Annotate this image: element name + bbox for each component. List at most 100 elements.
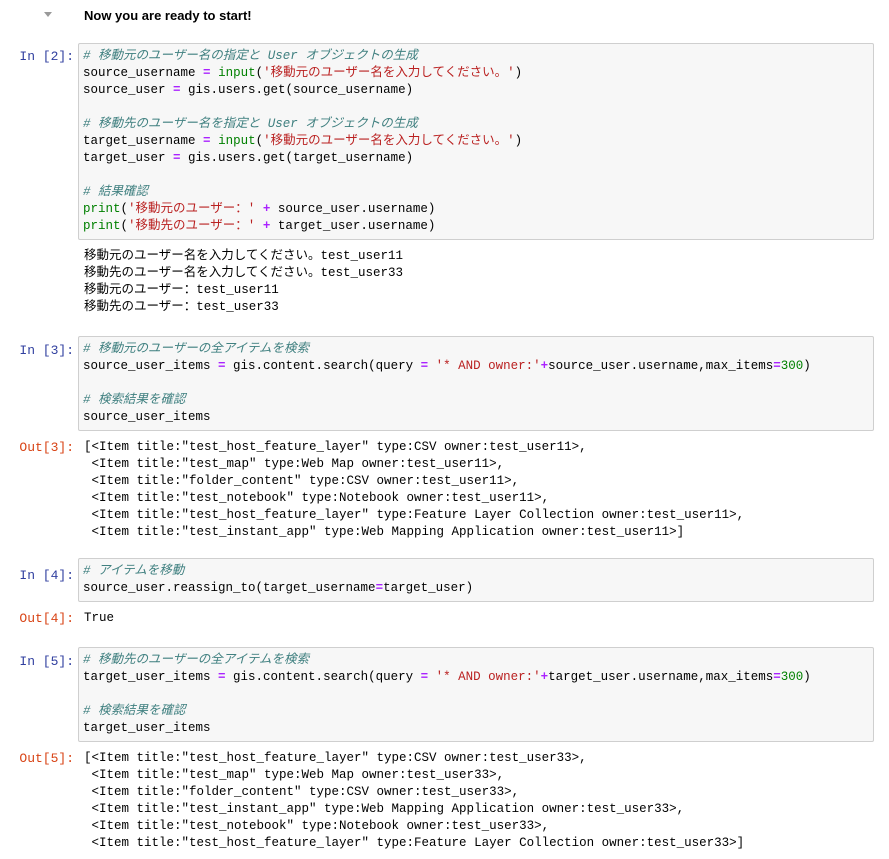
code-token-plain: target_user_items [83, 670, 219, 684]
code-line[interactable]: source_user.reassign_to(target_username=… [83, 580, 869, 597]
code-token-plain: source_user.reassign_to(target_username [83, 581, 376, 595]
code-line[interactable]: source_user = gis.users.get(source_usern… [83, 82, 869, 99]
code-token-plain: ) [514, 134, 523, 148]
code-line[interactable]: print('移動元のユーザー：' + source_user.username… [83, 201, 869, 218]
code-token-op: = [773, 359, 781, 373]
cell-output: 移動元のユーザー名を入力してください。test_user11 移動先のユーザー名を… [84, 248, 403, 316]
code-token-plain: source_user_items [83, 410, 211, 424]
code-cell-input[interactable]: # アイテムを移動 source_user.reassign_to(target_… [78, 558, 874, 602]
code-token-plain: ( [120, 219, 129, 233]
output-line: [<Item title:"test_host_feature_layer" t… [84, 440, 587, 454]
code-token-comment: # 移動先のユーザーの全アイテムを検索 [83, 653, 310, 667]
code-line[interactable] [83, 686, 869, 703]
code-line[interactable] [83, 99, 869, 116]
code-token-op: = [375, 581, 384, 595]
code-line[interactable]: source_username = input('移動元のユーザー名を入力してく… [83, 65, 869, 82]
code-token-plain: target_user_items [83, 721, 211, 735]
code-line[interactable]: # 移動元のユーザー名の指定と User オブジェクトの生成 [83, 48, 869, 65]
code-token-plain: gis.users.get(target_username) [180, 151, 414, 165]
code-token-op: = [420, 359, 429, 373]
collapse-caret-icon[interactable] [44, 12, 52, 17]
code-token-comment: # 移動元のユーザー名の指定と User オブジェクトの生成 [83, 49, 418, 63]
code-token-plain: source_username [83, 66, 204, 80]
code-token-op: = [173, 83, 181, 97]
code-token-plain: gis.content.search(query [225, 670, 421, 684]
code-token-string: '移動先のユーザー：' [128, 219, 256, 233]
code-line[interactable]: # 検索結果を確認 [83, 703, 869, 720]
code-token-op: = [203, 134, 211, 148]
code-token-op: = [203, 66, 211, 80]
code-token-string: '* AND owner:' [435, 359, 541, 373]
code-line[interactable]: target_user_items = gis.content.search(q… [83, 669, 869, 686]
output-line: 移動元のユーザー：test_user11 [84, 283, 279, 297]
output-line: 移動先のユーザー名を入力してください。test_user33 [84, 266, 404, 280]
code-token-plain: target_user.username) [270, 219, 436, 233]
input-prompt: In [4]: [19, 568, 74, 583]
output-line: <Item title:"test_host_feature_layer" ty… [84, 508, 745, 522]
output-line: <Item title:"folder_content" type:CSV ow… [84, 474, 520, 488]
cell-output: [<Item title:"test_host_feature_layer" t… [84, 750, 744, 852]
code-line[interactable] [83, 167, 869, 184]
code-token-comment: # 検索結果を確認 [83, 704, 186, 718]
input-prompt: In [5]: [19, 654, 74, 669]
code-token-op: = [420, 670, 429, 684]
input-prompt: In [2]: [19, 49, 74, 64]
code-token-plain: ) [514, 66, 523, 80]
code-token-string: '移動元のユーザー名を入力してください。' [263, 134, 515, 148]
code-line[interactable]: # アイテムを移動 [83, 563, 869, 580]
heading-title: Now you are ready to start! [84, 8, 252, 23]
code-token-comment: # 移動先のユーザー名を指定と User オブジェクトの生成 [83, 117, 418, 131]
code-line[interactable]: # 検索結果を確認 [83, 392, 869, 409]
code-token-plain: target_user) [383, 581, 474, 595]
code-line[interactable]: print('移動先のユーザー：' + target_user.username… [83, 218, 869, 235]
code-token-plain: source_user_items [83, 359, 219, 373]
code-cell-input[interactable]: # 移動元のユーザー名の指定と User オブジェクトの生成 source_use… [78, 43, 874, 240]
code-token-string: '移動元のユーザー名を入力してください。' [263, 66, 515, 80]
code-token-comment: # 結果確認 [83, 185, 149, 199]
code-token-op: = [218, 670, 226, 684]
code-token-op: = [218, 359, 226, 373]
output-prompt: Out[4]: [19, 611, 74, 626]
code-token-builtin: input [218, 134, 256, 148]
code-cell-input[interactable]: # 移動元のユーザーの全アイテムを検索 source_user_items = g… [78, 336, 874, 431]
output-line: <Item title:"test_instant_app" type:Web … [84, 802, 685, 816]
code-token-plain: ( [255, 66, 264, 80]
code-line[interactable]: source_user_items [83, 409, 869, 426]
output-line: 移動先のユーザー：test_user33 [84, 300, 279, 314]
code-token-string: '* AND owner:' [435, 670, 541, 684]
cell-output: True [84, 610, 114, 627]
code-line[interactable] [83, 375, 869, 392]
code-token-comment: # アイテムを移動 [83, 564, 185, 578]
code-token-plain: ) [803, 359, 811, 373]
code-line[interactable]: # 結果確認 [83, 184, 869, 201]
code-token-plain: ( [255, 134, 264, 148]
output-line: <Item title:"test_notebook" type:Noteboo… [84, 491, 550, 505]
code-token-op: = [773, 670, 781, 684]
code-token-plain: target_username [83, 134, 204, 148]
code-line[interactable]: target_username = input('移動元のユーザー名を入力してく… [83, 133, 869, 150]
code-token-comment: # 移動元のユーザーの全アイテムを検索 [83, 342, 310, 356]
code-line[interactable]: target_user = gis.users.get(target_usern… [83, 150, 869, 167]
code-token-plain: source_user.username) [270, 202, 436, 216]
code-token-string: '移動元のユーザー：' [128, 202, 256, 216]
cell-output: [<Item title:"test_host_feature_layer" t… [84, 439, 744, 541]
code-line[interactable]: # 移動先のユーザーの全アイテムを検索 [83, 652, 869, 669]
markdown-heading-cell[interactable]: Now you are ready to start! [0, 0, 889, 34]
code-line[interactable]: target_user_items [83, 720, 869, 737]
code-line[interactable]: # 移動先のユーザー名を指定と User オブジェクトの生成 [83, 116, 869, 133]
code-token-builtin: print [83, 219, 121, 233]
code-token-plain: ) [803, 670, 811, 684]
code-cell-input[interactable]: # 移動先のユーザーの全アイテムを検索 target_user_items = g… [78, 647, 874, 742]
code-line[interactable]: source_user_items = gis.content.search(q… [83, 358, 869, 375]
output-line: True [84, 611, 115, 625]
code-token-builtin: print [83, 202, 121, 216]
code-line[interactable]: # 移動元のユーザーの全アイテムを検索 [83, 341, 869, 358]
output-line: <Item title:"folder_content" type:CSV ow… [84, 785, 520, 799]
code-token-plain: ( [120, 202, 129, 216]
code-token-plain: gis.users.get(source_username) [180, 83, 414, 97]
code-token-plain: target_user [83, 151, 174, 165]
code-token-builtin: input [218, 66, 256, 80]
